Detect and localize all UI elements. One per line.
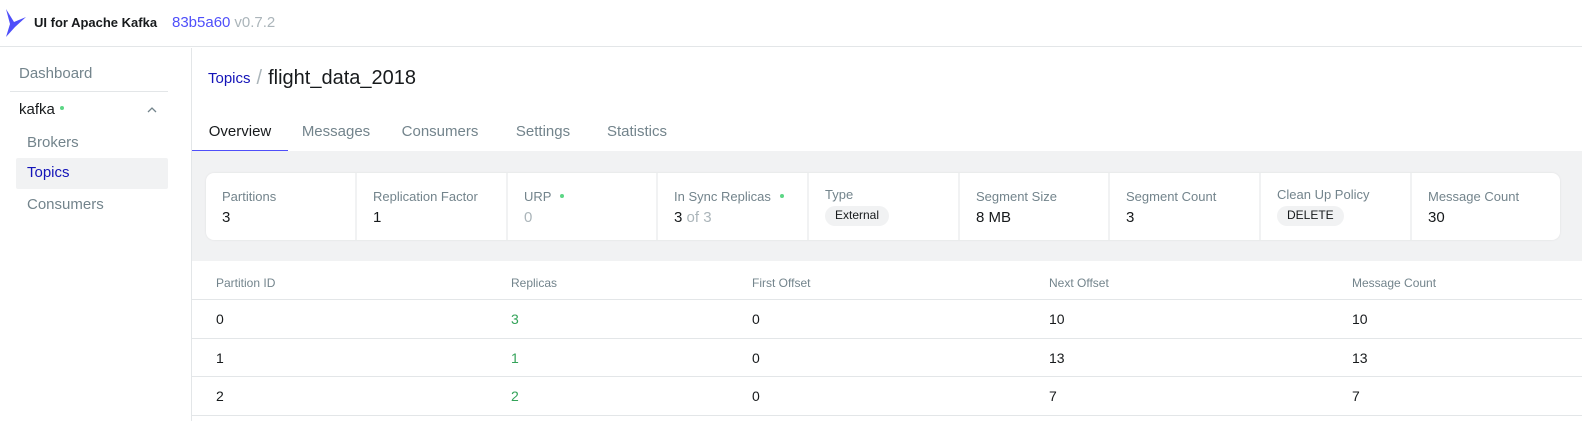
isr-label: In Sync Replicas: [674, 189, 771, 204]
metric-label: URP: [524, 189, 565, 204]
column-header-next-offset: Next Offset: [1049, 276, 1109, 290]
urp-label: URP: [524, 189, 552, 204]
sidebar-item-brokers[interactable]: Brokers: [16, 128, 168, 159]
page-title: flight_data_2018: [268, 67, 417, 89]
cell-message-count: 7: [1352, 388, 1360, 404]
app-title[interactable]: UI for Apache Kafka: [34, 15, 157, 30]
tab-statistics[interactable]: Statistics: [596, 115, 678, 151]
isr-status-dot: [779, 193, 784, 198]
metric-segment-size: Segment Size 8 MB: [960, 173, 1110, 240]
column-header-first-offset: First Offset: [752, 276, 811, 290]
metric-value: 8 MB: [976, 209, 1012, 226]
sidebar-item-consumers[interactable]: Consumers: [16, 190, 168, 221]
isr-count: 3: [674, 209, 683, 226]
metrics-section: Partitions 3 Replication Factor 1 URP 0 …: [192, 151, 1582, 261]
metrics-card: Partitions 3 Replication Factor 1 URP 0 …: [206, 173, 1560, 240]
metric-label: Partitions: [222, 189, 277, 204]
metric-label: In Sync Replicas: [674, 189, 784, 204]
metric-label: Clean Up Policy: [1277, 187, 1370, 202]
main-content: Topics / flight_data_2018 Overview Message…: [192, 48, 1582, 421]
column-header-message-count: Message Count: [1352, 276, 1437, 290]
metric-in-sync-replicas: In Sync Replicas 3 of 3: [658, 173, 809, 240]
cell-next-offset: 13: [1049, 349, 1065, 366]
metric-type: Type External: [809, 173, 960, 240]
metric-partitions: Partitions 3: [206, 173, 357, 240]
cell-partition-id: 0: [216, 311, 224, 327]
top-navbar: UI for Apache Kafka 83b5a60 v0.7.2: [0, 0, 1582, 47]
cell-first-offset: 0: [752, 388, 760, 404]
cell-first-offset: 0: [752, 311, 760, 327]
sidebar-item-dashboard[interactable]: Dashboard: [19, 65, 92, 82]
table-row: 1 1 0 13 13: [192, 339, 1582, 377]
sidebar-divider: [10, 91, 168, 92]
version-label: v0.7.2: [234, 14, 276, 31]
metric-segment-count: Segment Count 3: [1110, 173, 1261, 240]
metric-cleanup-policy: Clean Up Policy DELETE: [1261, 173, 1412, 240]
metric-label: Message Count: [1428, 189, 1520, 204]
sidebar: Dashboard kafka Brokers Topics Consumers: [0, 48, 192, 421]
cluster-status-dot: [59, 105, 64, 110]
cell-replicas: 1: [511, 349, 519, 366]
column-header-partition-id: Partition ID: [216, 276, 276, 290]
cell-replicas: 2: [511, 388, 519, 404]
metric-value: 1: [373, 209, 382, 226]
breadcrumb: Topics / flight_data_2018: [208, 67, 416, 95]
metric-label: Type: [825, 187, 854, 202]
tab-consumers[interactable]: Consumers: [392, 115, 488, 151]
topic-tabs: Overview Messages Consumers Settings Sta…: [192, 115, 1582, 151]
cell-partition-id: 2: [216, 388, 224, 404]
breadcrumb-topics-link[interactable]: Topics: [208, 70, 251, 87]
breadcrumb-separator: /: [256, 67, 263, 89]
table-row: 0 3 0 10 10: [192, 300, 1582, 339]
cluster-toggle[interactable]: kafka: [19, 101, 169, 123]
cell-next-offset: 7: [1049, 388, 1057, 404]
table-header: Partition ID Replicas First Offset Next …: [192, 261, 1582, 300]
metric-value: 30: [1428, 209, 1445, 226]
metric-urp: URP 0: [508, 173, 658, 240]
metric-label: Segment Count: [1126, 189, 1217, 204]
partitions-table: Partition ID Replicas First Offset Next …: [192, 261, 1582, 416]
cleanup-policy-badge: DELETE: [1277, 206, 1344, 226]
kafka-logo-icon[interactable]: [4, 8, 28, 38]
urp-status-dot: [560, 193, 565, 198]
metric-message-count: Message Count 30: [1412, 173, 1560, 240]
isr-total: of 3: [686, 209, 712, 226]
cell-first-offset: 0: [752, 349, 760, 366]
type-badge: External: [825, 206, 890, 226]
version-hash-link[interactable]: 83b5a60: [172, 14, 230, 31]
tab-overview[interactable]: Overview: [192, 115, 288, 151]
metric-label: Replication Factor: [373, 189, 478, 204]
sidebar-item-topics[interactable]: Topics: [16, 158, 168, 189]
metric-value: 0: [524, 209, 533, 226]
cell-message-count: 10: [1352, 311, 1368, 327]
table-row: 2 2 0 7 7: [192, 377, 1582, 416]
version-info: 83b5a60 v0.7.2: [172, 14, 275, 31]
tab-settings[interactable]: Settings: [502, 115, 584, 151]
cell-next-offset: 10: [1049, 311, 1065, 327]
metric-replication-factor: Replication Factor 1: [357, 173, 508, 240]
cell-partition-id: 1: [216, 349, 224, 366]
cell-message-count: 13: [1352, 349, 1368, 366]
cluster-name: kafka: [19, 101, 55, 118]
metric-label: Segment Size: [976, 189, 1057, 204]
metric-value: 3: [1126, 209, 1135, 226]
column-header-replicas: Replicas: [511, 276, 558, 290]
metric-value: 3 of 3: [674, 209, 712, 226]
metric-value: 3: [222, 209, 231, 226]
chevron-up-icon[interactable]: [147, 105, 157, 115]
cell-replicas: 3: [511, 311, 519, 327]
tab-messages[interactable]: Messages: [290, 115, 382, 151]
